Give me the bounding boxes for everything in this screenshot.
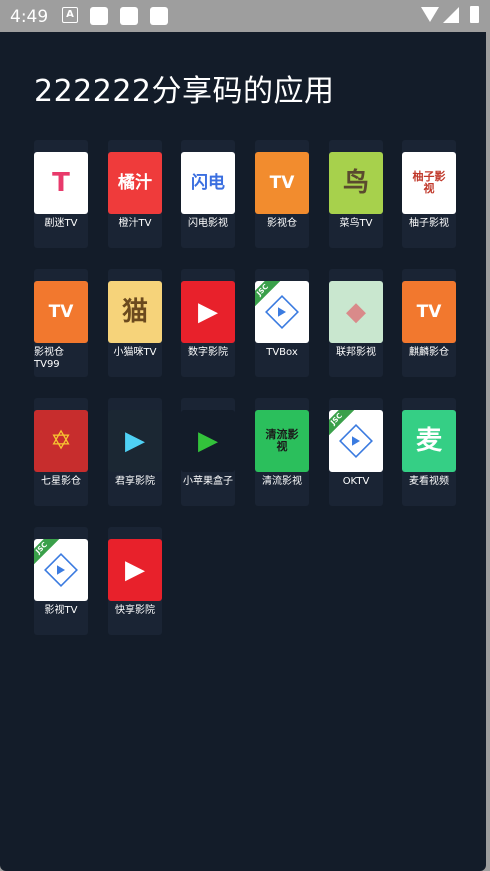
app-label: OKTV: [342, 476, 370, 487]
junxiang-cinema-icon: ▶: [108, 410, 162, 472]
app-label: 联邦影视: [336, 347, 376, 358]
app-tile[interactable]: T 剧迷TV: [34, 140, 88, 248]
battery-icon: [470, 6, 479, 23]
app-label: 影视仓: [267, 218, 297, 229]
status-bar: 4:49 A: [0, 0, 490, 32]
app-tile[interactable]: JSC 影视TV: [34, 527, 88, 635]
app-label: 君享影院: [115, 476, 155, 487]
app-tile[interactable]: TV 影视仓: [255, 140, 309, 248]
app-label: 数字影院: [188, 347, 228, 358]
app-label: 闪电影视: [188, 218, 228, 229]
app-tile[interactable]: ▶ 小苹果盒子: [181, 398, 235, 506]
video-tv-icon: JSC: [34, 539, 88, 601]
app-label: 清流影视: [262, 476, 302, 487]
notification-icon: [150, 7, 168, 25]
app-label: 麒麟影仓: [409, 347, 449, 358]
app-tile[interactable]: 橘汁橙汁TV: [108, 140, 162, 248]
little-apple-box-icon: ▶: [181, 410, 235, 472]
notification-icon: [120, 7, 138, 25]
app-tile[interactable]: ▶ 数字影院: [181, 269, 235, 377]
app-tile[interactable]: 猫小猫咪TV: [108, 269, 162, 377]
app-tile[interactable]: 麦麦看视频: [402, 398, 456, 506]
bird-tv-icon: 鸟: [329, 152, 383, 214]
app-label: 小猫咪TV: [113, 347, 157, 358]
tvbox-icon: JSC: [255, 281, 309, 343]
app-tile[interactable]: TV 影视仓 TV99: [34, 269, 88, 377]
app-tile[interactable]: 清流影视 清流影视: [255, 398, 309, 506]
app-label: 麦看视频: [409, 476, 449, 487]
app-tile[interactable]: ◆ 联邦影视: [329, 269, 383, 377]
digital-cinema-icon: ▶: [181, 281, 235, 343]
app-tile[interactable]: ▶ 快享影院: [108, 527, 162, 635]
app-tile[interactable]: 闪电 闪电影视: [181, 140, 235, 248]
app-label: 柚子影视: [409, 218, 449, 229]
drama-fan-tv-icon: T: [34, 152, 88, 214]
app-label: 小苹果盒子: [183, 476, 233, 487]
seven-star-video-icon: ✡: [34, 410, 88, 472]
app-tile[interactable]: JSC OKTV: [329, 398, 383, 506]
app-tile[interactable]: 柚子影视 柚子影视: [402, 140, 456, 248]
app-label: 菜鸟TV: [339, 218, 373, 229]
signal-icon: [443, 7, 459, 23]
wifi-icon: [421, 7, 439, 22]
tv-warehouse-icon: TV: [255, 152, 309, 214]
federal-video-icon: ◆: [329, 281, 383, 343]
app-label: TVBox: [266, 347, 298, 358]
page-title: 222222分享码的应用: [34, 74, 335, 109]
app-tile[interactable]: JSC TVBox: [255, 269, 309, 377]
clear-stream-video-icon: 清流影视: [255, 410, 309, 472]
app-label: 影视仓 TV99: [34, 347, 64, 370]
maikan-video-icon: 麦: [402, 410, 456, 472]
app-screen: 222222分享码的应用 T 剧迷TV 橘汁橙汁TV 闪电闪电影视 TV 影视仓 鸟菜鸟TV…: [0, 32, 486, 871]
tv-warehouse-99-icon: TV: [34, 281, 88, 343]
kuaixiang-cinema-icon: ▶: [108, 539, 162, 601]
app-label: 快享影院: [115, 605, 155, 616]
lightning-video-icon: 闪电: [181, 152, 235, 214]
app-tile[interactable]: ▶ 君享影院: [108, 398, 162, 506]
app-tile[interactable]: 鸟菜鸟TV: [329, 140, 383, 248]
oktv-icon: JSC: [329, 410, 383, 472]
keyboard-a-icon: A: [62, 7, 78, 23]
app-tile[interactable]: ✡ 七星影仓: [34, 398, 88, 506]
app-label: 七星影仓: [41, 476, 81, 487]
status-time: 4:49: [10, 7, 49, 27]
app-label: 影视TV: [44, 605, 78, 616]
app-label: 橙汁TV: [118, 218, 152, 229]
pomelo-video-icon: 柚子影视: [402, 152, 456, 214]
orange-juice-tv-icon: 橘汁: [108, 152, 162, 214]
kylin-video-icon: TV: [402, 281, 456, 343]
notification-icon: [90, 7, 108, 25]
app-label: 剧迷TV: [44, 218, 78, 229]
kitten-tv-icon: 猫: [108, 281, 162, 343]
app-tile[interactable]: TV 麒麟影仓: [402, 269, 456, 377]
